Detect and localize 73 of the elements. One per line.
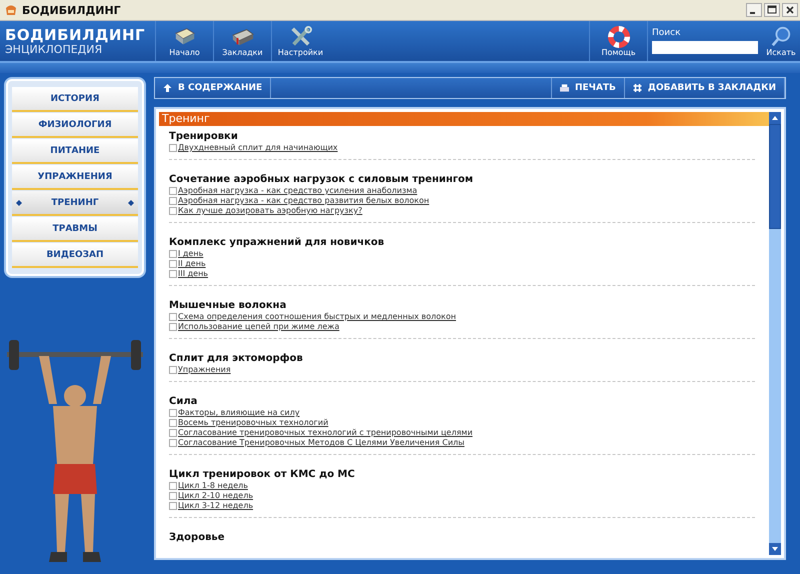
section-heading: Мышечные волокна <box>169 300 288 312</box>
print-button[interactable]: ПЕЧАТЬ <box>551 78 625 98</box>
checkbox[interactable] <box>169 366 177 374</box>
sidebar-item[interactable]: ПИТАНИЕ <box>12 139 138 164</box>
sidebar-item[interactable]: УПРАЖНЕНИЯ <box>12 165 138 190</box>
article-link[interactable]: Как лучше дозировать аэробную нагрузку? <box>178 206 362 216</box>
article-link[interactable]: I день <box>178 249 204 259</box>
checkbox[interactable] <box>169 270 177 278</box>
article-link[interactable]: Аэробная нагрузка - как средство усиления анаболизма <box>178 186 418 196</box>
minimize-icon[interactable] <box>746 3 762 17</box>
article-link[interactable]: Использование цепей при жиме лежа <box>178 322 340 332</box>
checkbox[interactable] <box>169 187 177 195</box>
scrollbar-thumb[interactable] <box>769 124 781 229</box>
checkbox[interactable] <box>169 313 177 321</box>
bookmark-icon <box>632 84 642 92</box>
search-button[interactable]: Искать <box>762 21 800 61</box>
section-title-bar: Тренинг <box>159 112 769 126</box>
article-link[interactable]: II день <box>178 259 206 269</box>
printer-icon <box>560 84 569 92</box>
article-link[interactable]: Цикл 1-8 недель <box>178 481 248 491</box>
sidebar-item[interactable]: ИСТОРИЯ <box>12 87 138 112</box>
search-label: Поиск <box>652 28 682 38</box>
checkbox[interactable] <box>169 419 177 427</box>
section-heading: Здоровье <box>169 532 226 544</box>
diamond-icon <box>16 200 22 206</box>
checkbox[interactable] <box>169 260 177 268</box>
section-heading: Сочетание аэробных нагрузок с силовым тренингом <box>169 174 474 186</box>
section-heading: Комплекс упражнений для новичков <box>169 237 386 249</box>
article-link[interactable]: Схема определения соотношения быстрых и медленных волокон <box>178 312 456 322</box>
section-heading: Сила <box>169 396 198 408</box>
scrollbar[interactable] <box>769 112 781 555</box>
logo-subtitle: ЭНЦИКЛОПЕДИЯ <box>5 44 104 56</box>
checkbox[interactable] <box>169 502 177 510</box>
checkbox[interactable] <box>169 409 177 417</box>
article-link[interactable]: Согласование Тренировочных Методов С Целями Увеличения Силы <box>178 438 464 448</box>
maximize-icon[interactable] <box>764 3 780 17</box>
section-heading: Сплит для эктоморфов <box>169 353 304 365</box>
checkbox[interactable] <box>169 492 177 500</box>
diamond-icon <box>128 200 134 206</box>
checkbox[interactable] <box>169 429 177 437</box>
app-icon <box>4 3 18 17</box>
sidebar-item[interactable]: ФИЗИОЛОГИЯ <box>12 113 138 138</box>
lifebuoy-icon <box>606 26 632 48</box>
contents-button[interactable]: В СОДЕРЖАНИЕ <box>155 78 272 98</box>
article-link[interactable]: Аэробная нагрузка - как средство развития белых волокон <box>178 196 430 206</box>
section-heading: Цикл тренировок от КМС до МС <box>169 469 356 481</box>
checkbox[interactable] <box>169 439 177 447</box>
article-link[interactable]: III день <box>178 269 208 279</box>
window-title: БОДИБИЛДИНГ <box>22 4 121 16</box>
article-link[interactable]: Факторы, влияющие на силу <box>178 408 300 418</box>
checkbox[interactable] <box>169 323 177 331</box>
scroll-down-icon[interactable] <box>769 543 781 555</box>
checkbox[interactable] <box>169 197 177 205</box>
article-link[interactable]: Согласование тренировочных технологий с тренировочными целями <box>178 428 473 438</box>
up-arrow-icon <box>163 84 172 92</box>
sidebar-item[interactable]: ВИДЕОЗАП <box>12 243 138 268</box>
checkbox[interactable] <box>169 482 177 490</box>
checkbox[interactable] <box>169 207 177 215</box>
checkbox[interactable] <box>169 250 177 258</box>
article-link[interactable]: Восемь тренировочных технологий <box>178 418 328 428</box>
close-icon[interactable] <box>782 3 798 17</box>
bookmark-button[interactable]: ДОБАВИТЬ В ЗАКЛАДКИ <box>624 78 785 98</box>
search-field[interactable] <box>652 41 758 54</box>
article-link[interactable]: Цикл 2-10 недель <box>178 491 254 501</box>
article-link[interactable]: Упражнения <box>178 365 231 375</box>
logo-title: БОДИБИЛДИНГ <box>5 26 146 44</box>
section-heading: Тренировки <box>169 131 239 143</box>
scroll-up-icon[interactable] <box>769 112 781 124</box>
checkbox[interactable] <box>169 144 177 152</box>
article-link[interactable]: Цикл 3-12 недель <box>178 501 254 511</box>
article-link[interactable]: Двухдневный сплит для начинающих <box>178 143 338 153</box>
sidebar-item[interactable]: ТРАВМЫ <box>12 217 138 242</box>
sidebar-item[interactable]: ТРЕНИНГ <box>12 191 138 216</box>
